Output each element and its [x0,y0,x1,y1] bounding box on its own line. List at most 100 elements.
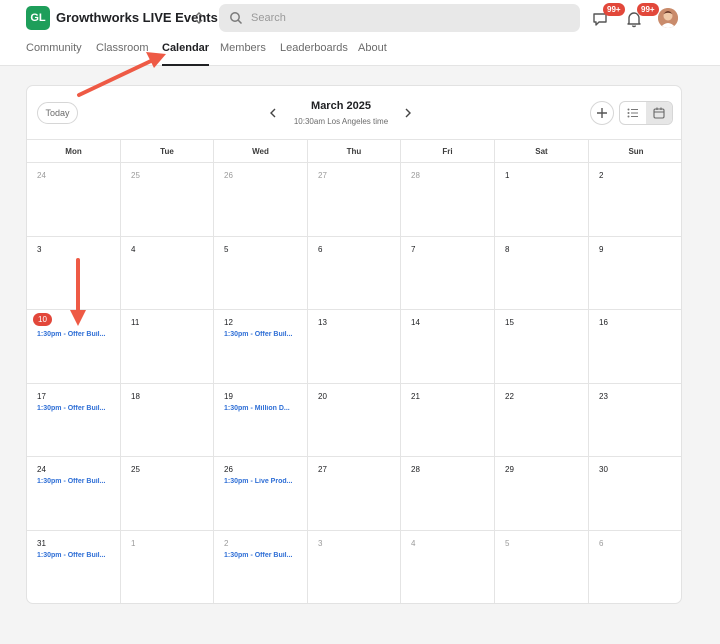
day-cell[interactable]: 21 [401,383,495,458]
day-number: 11 [131,318,140,328]
day-number: 24 [37,465,46,475]
avatar[interactable] [658,8,678,28]
day-cell[interactable]: 25 [121,163,214,237]
day-cell[interactable]: 18 [121,383,214,458]
day-number: 18 [131,391,140,401]
day-cell[interactable]: 14 [401,310,495,384]
day-number: 17 [37,391,46,401]
day-number: 23 [599,391,608,401]
event-link[interactable]: 1:30pm - Offer Buil... [37,331,115,338]
day-cell[interactable]: 28 [401,163,495,237]
day-cell[interactable]: 3 [27,236,121,311]
day-number: 25 [131,171,140,180]
tab-about[interactable]: About [358,42,387,66]
event-link[interactable]: 1:30pm - Million D... [224,405,302,412]
today-button[interactable]: Today [37,102,78,124]
tab-community[interactable]: Community [26,42,82,66]
search-input[interactable] [251,4,571,32]
weekday-label: Sun [628,146,644,156]
day-number: 6 [318,244,323,254]
day-cell[interactable]: 6 [589,531,681,603]
day-number: 7 [411,244,416,254]
tab-leaderboards[interactable]: Leaderboards [280,42,348,66]
day-cell[interactable]: 27 [308,163,401,237]
calendar-card: Today March 2025 10:30am Los Angeles tim… [26,85,682,604]
plus-icon [597,108,607,118]
day-cell[interactable]: 9 [589,237,681,311]
day-cell[interactable]: 19 1:30pm - Million D... [214,383,308,458]
day-number: 6 [599,538,604,548]
day-cell[interactable]: 24 [27,163,121,237]
day-number: 27 [318,465,327,475]
weekday-label: Wed [214,140,308,162]
day-number: 30 [599,465,608,475]
day-cell[interactable]: 15 [495,310,589,384]
tab-calendar[interactable]: Calendar [162,42,210,66]
day-cell[interactable]: 31 1:30pm - Offer Buil... [27,530,121,603]
day-cell[interactable]: 4 [121,236,214,311]
day-cell[interactable]: 26 [214,163,308,237]
event-link[interactable]: 1:30pm - Live Prod... [224,478,302,485]
day-number: 21 [411,391,420,401]
day-cell[interactable]: 23 [589,384,681,458]
month-title: March 2025 [311,100,371,112]
search-bar[interactable] [219,4,580,32]
event-link[interactable]: 1:30pm - Offer Buil... [37,405,115,412]
day-number: 20 [318,391,327,401]
event-link[interactable]: 1:30pm - Offer Buil... [224,552,302,559]
day-cell[interactable]: 29 [495,457,589,531]
tab-members[interactable]: Members [220,42,266,66]
day-cell[interactable]: 17 1:30pm - Offer Buil... [27,383,121,458]
day-cell[interactable]: 26 1:30pm - Live Prod... [214,457,308,531]
add-event-button[interactable] [590,101,614,125]
day-number: 2 [224,538,229,548]
list-view-button[interactable] [620,102,646,124]
avatar-image [658,8,678,28]
day-cell[interactable]: 10 1:30pm - Offer Buil... [27,310,121,384]
calendar-icon [653,107,665,119]
day-cell[interactable]: 3 [308,530,401,603]
today-date-badge: 10 [33,313,52,327]
day-cell[interactable]: 1 [495,163,589,237]
day-number: 19 [224,391,233,401]
weekday-label: Mon [27,140,121,162]
calendar-view-button[interactable] [646,102,672,124]
day-number: 29 [505,465,514,475]
event-link[interactable]: 1:30pm - Offer Buil... [37,552,115,559]
day-cell[interactable]: 22 [495,383,589,458]
day-cell[interactable]: 25 [121,457,214,531]
day-number: 5 [224,244,229,254]
day-cell[interactable]: 27 [308,457,401,531]
day-cell[interactable]: 1 [121,530,214,603]
day-cell[interactable]: 5 [214,236,308,311]
day-cell[interactable]: 2 [589,163,681,237]
day-number: 2 [599,171,604,180]
group-logo[interactable]: GL [26,6,50,30]
day-cell[interactable]: 2 1:30pm - Offer Buil... [214,530,308,603]
day-cell[interactable]: 24 1:30pm - Offer Buil... [27,457,121,531]
day-cell[interactable]: 16 [589,310,681,384]
search-icon [230,12,243,25]
view-toggle [619,101,673,125]
day-cell[interactable]: 30 [589,457,681,531]
day-cell[interactable]: 5 [495,530,589,603]
day-cell[interactable]: 11 [121,310,214,384]
chat-badge: 99+ [603,3,625,16]
day-number: 26 [224,171,233,180]
day-cell[interactable]: 20 [308,383,401,458]
chevron-up-down-icon[interactable] [193,10,205,26]
tab-classroom[interactable]: Classroom [96,42,149,66]
chevron-right-icon[interactable] [402,106,414,120]
weekday-header: Mon Tue Wed Thu Fri Sat Sun [27,139,681,163]
day-cell[interactable]: 7 [401,236,495,311]
day-cell[interactable]: 13 [308,310,401,384]
event-link[interactable]: 1:30pm - Offer Buil... [37,478,115,485]
day-number: 28 [411,171,420,180]
day-cell[interactable]: 28 [401,457,495,531]
day-cell[interactable]: 6 [308,236,401,311]
day-cell[interactable]: 12 1:30pm - Offer Buil... [214,310,308,384]
weekday-label: Fri [401,140,495,162]
event-link[interactable]: 1:30pm - Offer Buil... [224,331,302,338]
day-cell[interactable]: 4 [401,530,495,603]
day-cell[interactable]: 8 [495,236,589,311]
